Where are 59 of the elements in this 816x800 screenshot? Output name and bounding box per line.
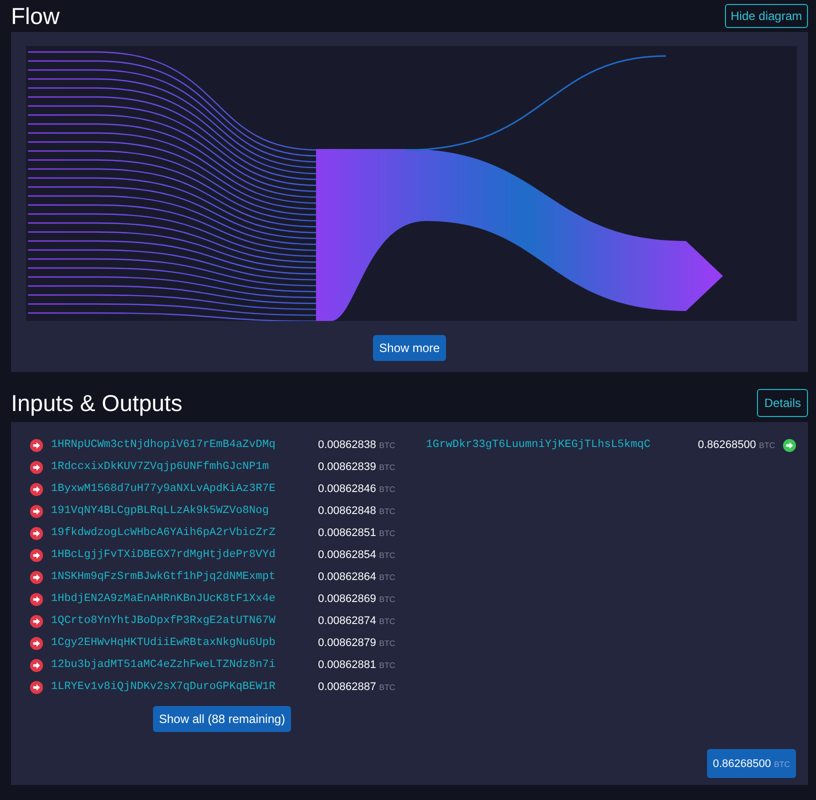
unit-label: BTC [379,638,396,650]
arrow-right-icon[interactable] [30,680,43,694]
address-link[interactable]: 1RdccxixDkKUV7ZVqjp6UNFfmhGJcNP1m [51,458,269,476]
address-link[interactable]: 191VqNY4BLCgpBLRqLLzAk9k5WZVo8Nog [51,502,269,520]
amount: 0.00862839 [318,460,376,475]
total-amount: 0.86268500 BTC [706,749,796,778]
amount: 0.00862874 [318,614,376,629]
show-all-button[interactable]: Show all (88 remaining) [153,706,292,732]
address-link[interactable]: 12bu3bjadMT51aMC4eZzhFweLTZNdz8n7i [51,656,276,674]
amount: 0.00862869 [318,592,376,607]
amount: 0.00862838 [318,438,376,453]
unit-label: BTC [379,660,396,672]
amount: 0.00862846 [318,482,376,497]
section-title: Flow [11,2,60,31]
arrow-right-icon[interactable] [783,438,796,452]
arrow-right-icon[interactable] [30,658,43,672]
arrow-right-icon[interactable] [30,636,43,650]
address-link[interactable]: 1HRNpUCWm3ctNjdhopiV617rEmB4aZvDMq [51,436,276,454]
arrow-right-icon[interactable] [30,526,43,540]
hide-diagram-button[interactable]: Hide diagram [724,4,808,28]
unit-label: BTC [379,682,396,694]
address-link[interactable]: 19fkdwdzogLcWHbcA6YAih6pA2rVbicZrZ [51,524,276,542]
arrow-right-icon[interactable] [30,570,43,584]
arrow-right-icon[interactable] [30,592,43,606]
unit-label: BTC [379,594,396,606]
amount: 0.00862864 [318,570,376,585]
arrow-right-icon[interactable] [30,460,43,474]
unit-label: BTC [759,440,775,452]
unit-label: BTC [379,616,396,628]
arrow-right-icon[interactable] [30,438,43,452]
unit-label: BTC [379,550,396,562]
amount: 0.00862848 [318,504,376,519]
address-link[interactable]: 1NSKHm9qFzSrmBJwkGtf1hPjq2dNMExmpt [51,568,276,586]
amount: 0.86268500 [698,438,756,453]
unit-label: BTC [379,528,396,540]
address-link[interactable]: 1HBcLgjjFvTXiDBEGX7rdMgHtjdePr8VYd [51,546,276,564]
unit-label: BTC [379,484,396,496]
address-link[interactable]: 1QCrto8YnYhtJBoDpxfP3RxgE2atUTN67W [51,612,276,630]
arrow-right-icon[interactable] [30,548,43,562]
amount: 0.00862854 [318,548,376,563]
unit-label: BTC [379,506,396,518]
amount: 0.00862851 [318,526,376,541]
address-link[interactable]: 1Cgy2EHWvHqHKTUdiiEwRBtaxNkgNu6Upb [51,634,276,652]
details-button[interactable]: Details [757,389,808,417]
unit-label: BTC [379,440,396,452]
arrow-right-icon[interactable] [30,614,43,628]
address-link[interactable]: 1HbdjEN2A9zMaEnAHRnKBnJUcK8tF1Xx4e [51,590,276,608]
arrow-right-icon[interactable] [30,482,43,496]
address-link[interactable]: 1GrwDkr33gT6LuumniYjKEGjTLhsL5kmqC [426,436,650,454]
unit-label: BTC [379,462,396,474]
show-more-button[interactable]: Show more [373,335,446,361]
amount: 0.00862887 [318,680,376,695]
unit-label: BTC [379,572,396,584]
amount: 0.00862879 [318,636,376,651]
amount: 0.00862881 [318,658,376,673]
section-title: Inputs & Outputs [11,389,182,418]
arrow-right-icon[interactable] [30,504,43,518]
address-link[interactable]: 1ByxwM1568d7uH77y9aNXLvApdKiAz3R7E [51,480,276,498]
address-link[interactable]: 1LRYEv1v8iQjNDKv2sX7qDuroGPKqBEW1R [51,678,276,696]
